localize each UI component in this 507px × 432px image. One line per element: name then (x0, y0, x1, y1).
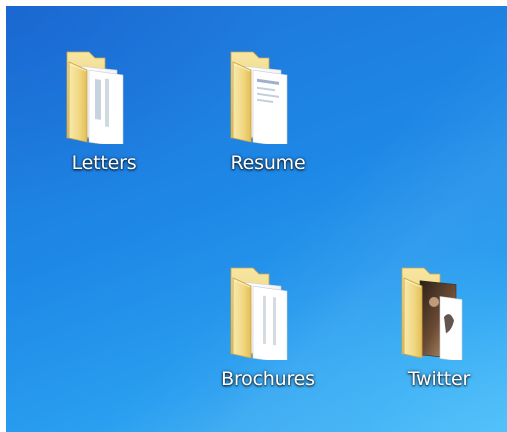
desktop-icon-letters[interactable]: Letters (44, 44, 164, 194)
icon-label-twitter: Twitter (407, 368, 471, 390)
desktop-icon-twitter[interactable]: Twitter (379, 260, 499, 410)
icon-label-resume: Resume (230, 152, 306, 174)
folder-documents-icon (66, 51, 124, 144)
icon-label-brochures: Brochures (221, 368, 315, 390)
folder-documents-icon (230, 51, 288, 144)
folder-documents-icon (230, 267, 288, 360)
folder-photo-icon (401, 267, 463, 360)
desktop-icon-resume[interactable]: Resume (208, 44, 328, 194)
desktop-wallpaper[interactable]: Letters Resume Brochures Twitter (6, 6, 507, 432)
desktop-icon-brochures[interactable]: Brochures (208, 260, 328, 410)
icon-label-letters: Letters (71, 152, 137, 174)
